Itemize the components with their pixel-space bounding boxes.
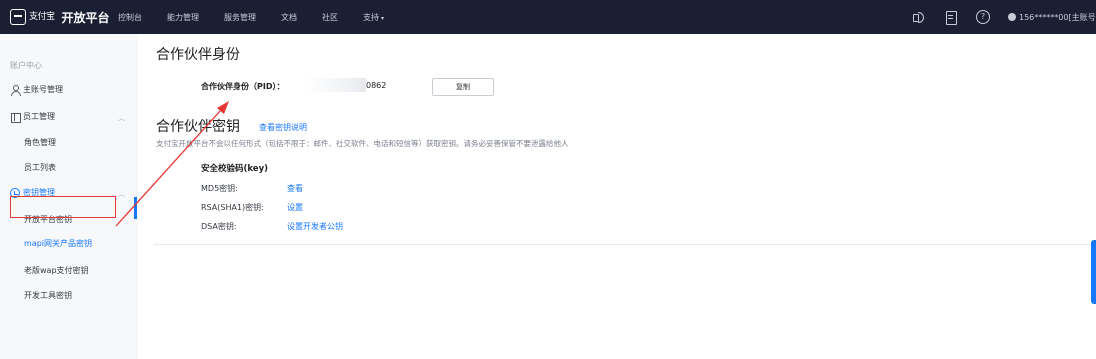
nav-capability[interactable]: 能力管理 xyxy=(167,12,199,23)
chevron-up-icon[interactable]: ︿ xyxy=(118,189,125,199)
sidebar-item-legacy-wap-key[interactable]: 老版wap支付密钥 xyxy=(24,265,89,276)
pid-label: 合作伙伴身份（PID）： xyxy=(201,82,285,91)
key-section-title: 合作伙伴密钥 xyxy=(156,119,240,135)
md5-key-label: MD5密钥: xyxy=(201,184,238,193)
document-icon[interactable] xyxy=(944,10,958,25)
top-nav: 控制台 能力管理 服务管理 文档 社区 支持 ▾ xyxy=(118,0,409,34)
pid-section-title: 合作伙伴身份 xyxy=(156,47,240,63)
top-navigation-bar: 支付宝 开放平台 控制台 能力管理 服务管理 文档 社区 支持 ▾ ? 156**… xyxy=(0,0,1096,34)
rsa-set-link[interactable]: 设置 xyxy=(287,202,303,213)
pid-value: 0862 xyxy=(366,81,387,90)
key-security-notice: 支付宝开放平台不会以任何形式（包括不限于：邮件、社交软件、电话和短信等）获取密钥… xyxy=(156,139,569,148)
sidebar-header: 账户中心 xyxy=(10,61,42,70)
dsa-set-public-key-link[interactable]: 设置开发者公钥 xyxy=(287,221,343,232)
pid-redaction xyxy=(304,78,366,92)
scrollbar[interactable] xyxy=(1091,240,1096,304)
nav-service[interactable]: 服务管理 xyxy=(224,12,256,23)
user-name: 156******00[主账号 xyxy=(1019,12,1096,22)
top-icons: ? xyxy=(912,0,1008,34)
user-account[interactable]: 156******00[主账号 xyxy=(1008,0,1096,34)
sidebar-selected-indicator xyxy=(134,197,137,219)
main-content: 合作伙伴身份 合作伙伴身份（PID）： 0862 复制 合作伙伴密钥 查看密钥说… xyxy=(138,34,1096,359)
sidebar-item-label: 主账号管理 xyxy=(23,85,63,94)
help-icon[interactable]: ? xyxy=(976,10,990,24)
md5-view-link[interactable]: 查看 xyxy=(287,183,303,194)
nav-support-label: 支持 xyxy=(363,12,379,22)
avatar xyxy=(1008,13,1016,21)
staff-icon xyxy=(10,112,21,123)
nav-community[interactable]: 社区 xyxy=(322,12,338,23)
brand-title: 开放平台 xyxy=(61,10,110,25)
sidebar-item-staff-management[interactable]: 员工管理 xyxy=(10,111,55,123)
chevron-down-icon: ▾ xyxy=(381,14,385,22)
nav-docs[interactable]: 文档 xyxy=(281,12,297,23)
chevron-up-icon[interactable]: ︿ xyxy=(118,113,125,123)
dsa-key-label: DSA密钥: xyxy=(201,222,237,231)
sidebar-item-roles[interactable]: 角色管理 xyxy=(24,137,56,148)
sidebar-item-main-account[interactable]: 主账号管理 xyxy=(10,84,63,96)
sidebar-item-mapi-gateway-key[interactable]: mapi网关产品密钥 xyxy=(24,238,92,249)
sidebar-item-dev-tools-key[interactable]: 开发工具密钥 xyxy=(24,290,72,301)
speaker-icon[interactable] xyxy=(912,10,926,24)
divider xyxy=(154,244,1094,245)
view-key-docs-link[interactable]: 查看密钥说明 xyxy=(259,122,307,133)
copy-button[interactable]: 复制 xyxy=(432,78,494,96)
sidebar-item-staff-list[interactable]: 员工列表 xyxy=(24,162,56,173)
brand-logo-text: 支付宝 xyxy=(29,11,55,22)
sidebar-item-label: 员工管理 xyxy=(23,112,55,121)
nav-console[interactable]: 控制台 xyxy=(118,12,142,23)
user-icon xyxy=(10,84,21,96)
security-key-heading: 安全校验码(key) xyxy=(201,164,269,174)
annotation-highlight-box xyxy=(10,196,116,218)
rsa-key-label: RSA(SHA1)密钥: xyxy=(201,203,264,212)
nav-support[interactable]: 支持 ▾ xyxy=(363,12,384,23)
page: 支付宝 开放平台 控制台 能力管理 服务管理 文档 社区 支持 ▾ ? 156**… xyxy=(0,0,1096,359)
alipay-logo-icon xyxy=(10,9,26,25)
brand[interactable]: 支付宝 开放平台 xyxy=(10,8,110,26)
